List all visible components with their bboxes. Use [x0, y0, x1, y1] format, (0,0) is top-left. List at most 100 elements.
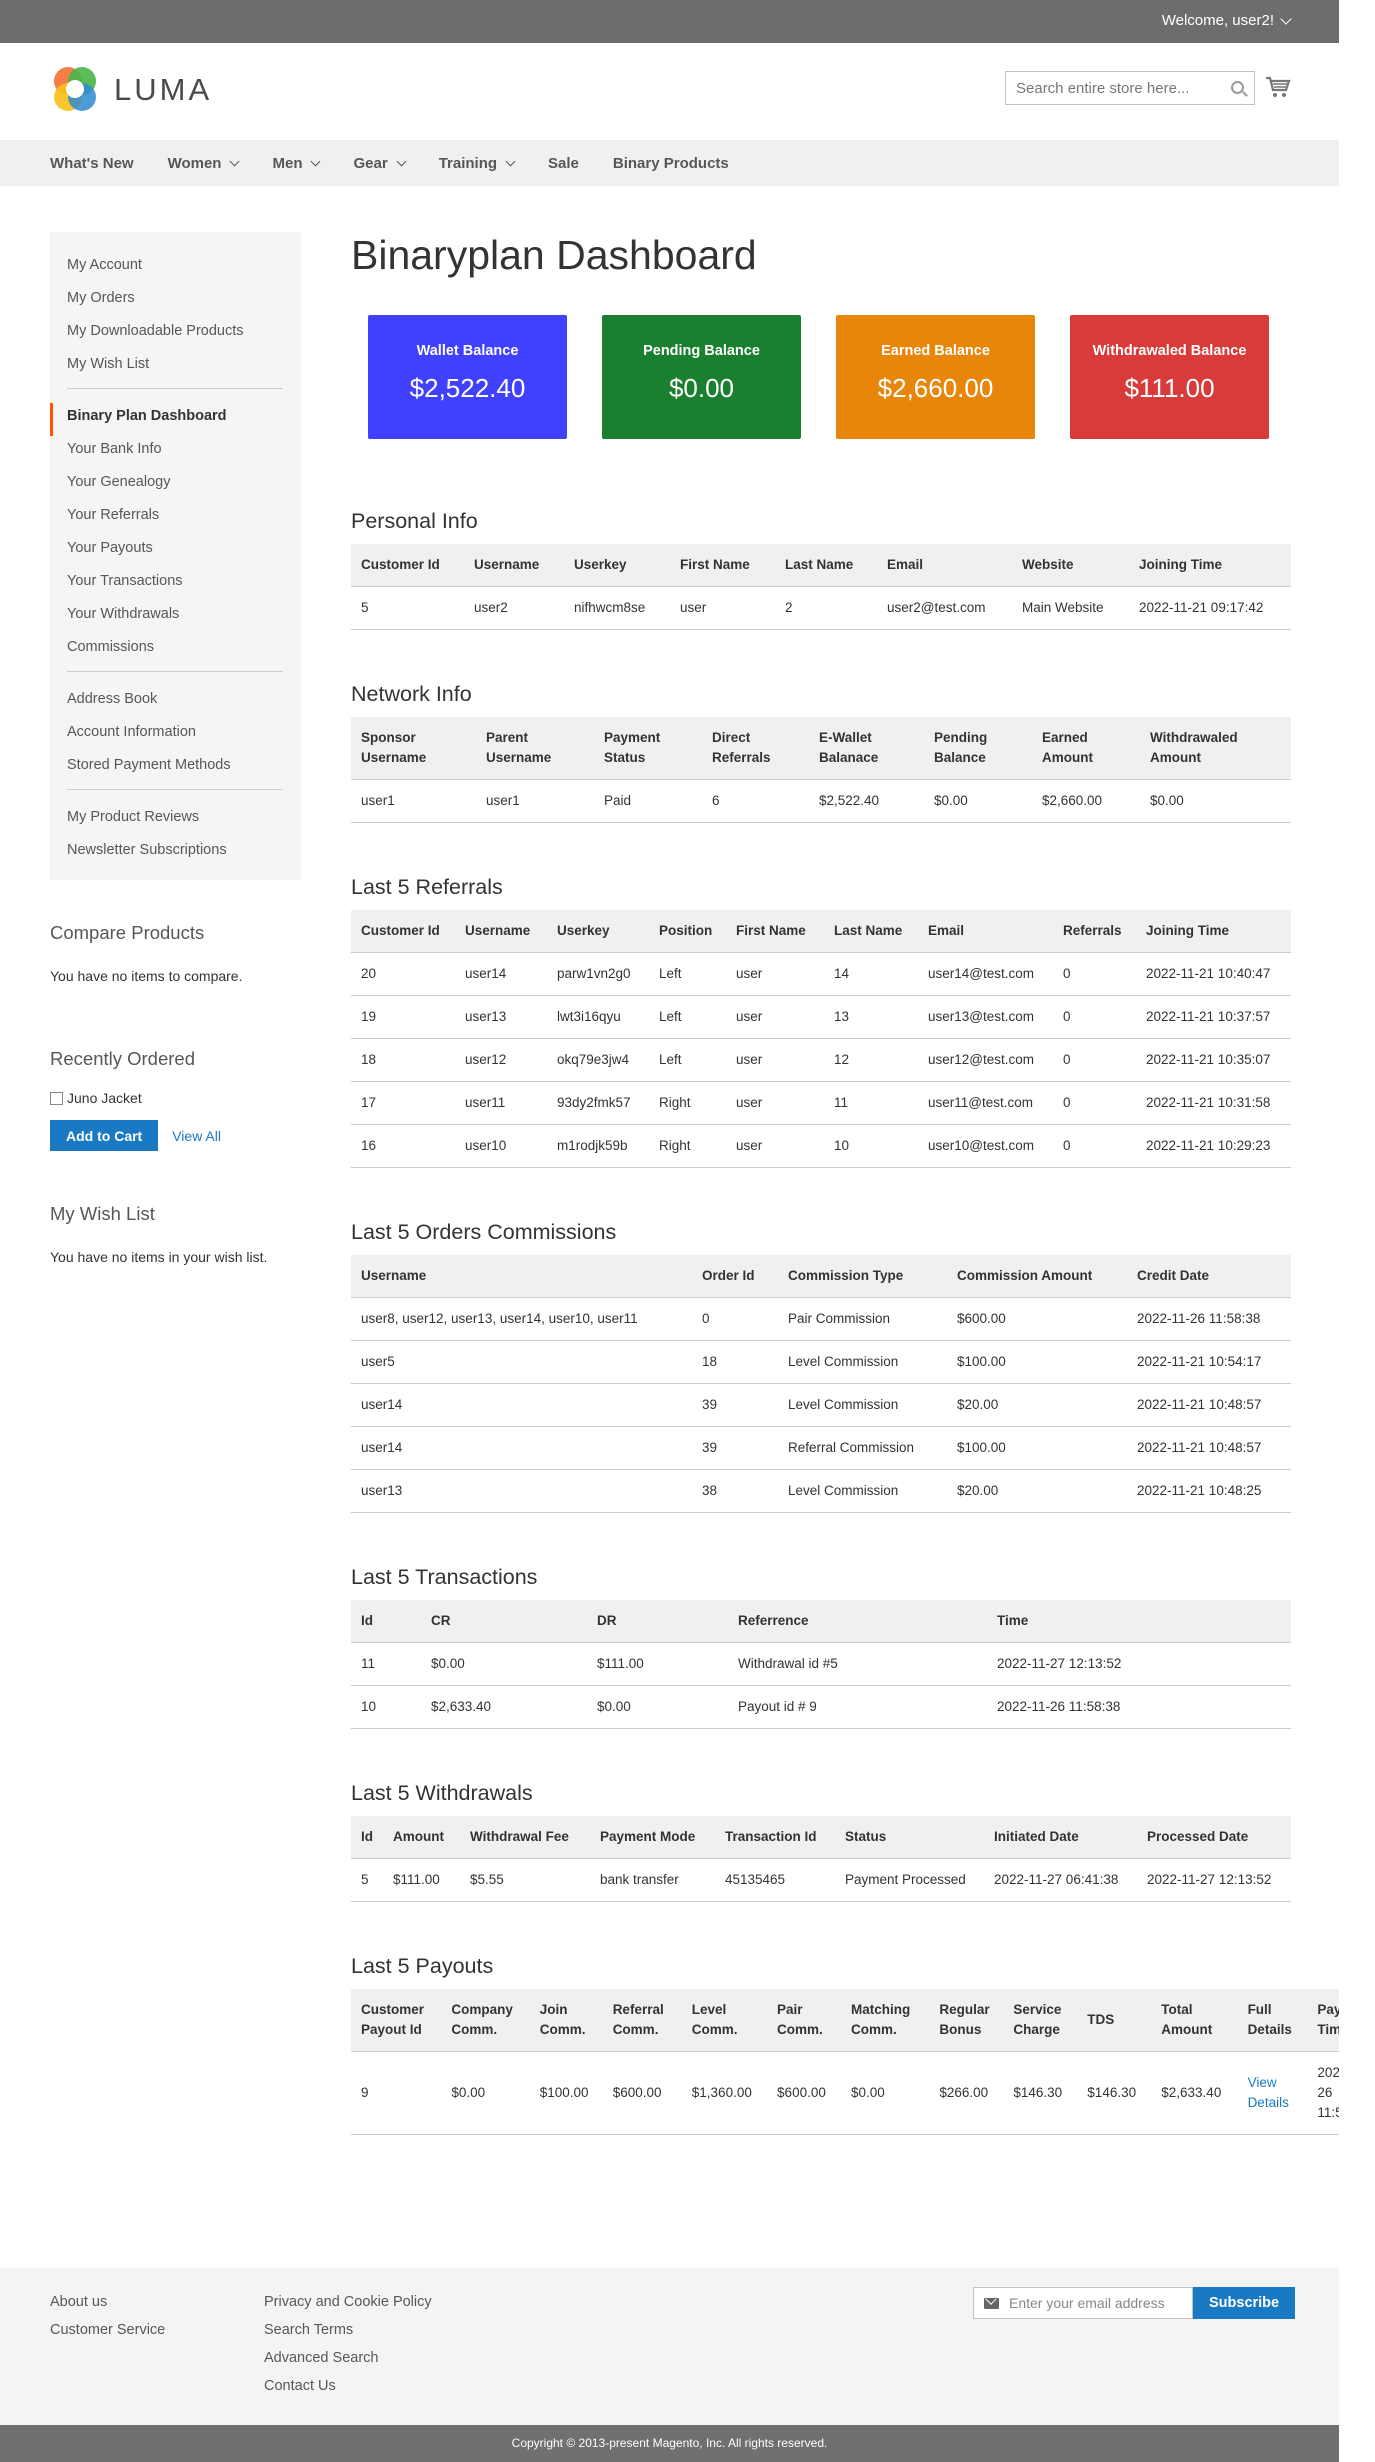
footer: About us Customer Service Privacy and Coo… — [0, 2268, 1339, 2425]
footer-link-customer-service[interactable]: Customer Service — [50, 2320, 165, 2348]
table-row: 5 user2 nifhwcm8se user 2 user2@test.com Main … — [351, 586, 1291, 630]
table-cell-referrals: 0 — [1053, 995, 1136, 1039]
nav-item-men[interactable]: Men — [272, 155, 321, 172]
table-cell-full-details[interactable]: View Details — [1237, 2051, 1308, 2135]
footer-link-contact-us[interactable]: Contact Us — [264, 2376, 432, 2404]
table-cell-username: user14 — [351, 1383, 692, 1427]
luma-logo-icon — [54, 67, 96, 111]
account-navigation: My Account My Orders My Downloadable Produ… — [50, 232, 301, 880]
search-icon[interactable] — [1231, 81, 1244, 94]
footer-link-search-terms[interactable]: Search Terms — [264, 2320, 432, 2348]
column-header-first-name: First Name — [670, 544, 775, 587]
table-cell-first-name: user — [670, 586, 775, 630]
section-title: Last 5 Payouts — [351, 1954, 494, 1978]
chevron-down-icon — [1280, 12, 1292, 25]
recently-ordered-checkbox[interactable] — [50, 1091, 63, 1105]
table-cell-cr: $0.00 — [421, 1642, 587, 1686]
account-nav-your-referrals[interactable]: Your Referrals — [50, 502, 301, 535]
table-cell-referrals: 0 — [1053, 1124, 1136, 1168]
table-row: user13 38 Level Commission $20.00 2022-11-21… — [351, 1469, 1291, 1513]
account-nav-divider — [67, 789, 283, 790]
table-cell-dr: $0.00 — [587, 1685, 728, 1729]
add-to-cart-button[interactable]: Add to Cart — [50, 1120, 159, 1151]
account-nav-your-genealogy[interactable]: Your Genealogy — [50, 469, 301, 502]
balance-card-value: $2,660.00 — [877, 373, 994, 403]
account-nav-stored-payment-methods[interactable]: Stored Payment Methods — [50, 752, 301, 785]
table-cell-joining-time: 2022-11-21 10:35:07 — [1136, 1038, 1291, 1082]
customer-welcome-menu[interactable]: Welcome, user2! — [1162, 12, 1292, 29]
recently-ordered-item: Juno Jacket — [50, 1090, 301, 1106]
account-nav-account-information[interactable]: Account Information — [50, 719, 301, 752]
table-cell-processed-date: 2022-11-27 12:13:52 — [1137, 1858, 1291, 1902]
column-header-last-name: Last Name — [775, 544, 877, 587]
footer-link-privacy-and-cookie-policy[interactable]: Privacy and Cookie Policy — [264, 2292, 432, 2320]
nav-item-binary-products[interactable]: Binary Products — [613, 155, 729, 172]
table-cell-username: user14 — [455, 952, 547, 996]
table-cell-id: 10 — [351, 1685, 421, 1729]
column-header-dr: DR — [587, 1600, 728, 1643]
column-header-withdrawaled-amount: Withdrawaled Amount — [1140, 717, 1291, 780]
table-cell-commission-amount: $100.00 — [947, 1340, 1127, 1384]
newsletter-email-input[interactable]: Enter your email address — [973, 2287, 1193, 2319]
search-input[interactable]: Search entire store here... — [1005, 71, 1255, 105]
balance-card-withdrawaled-balance: Withdrawaled Balance $111.00 — [1070, 315, 1269, 439]
chevron-down-icon — [396, 156, 407, 166]
section-title: Last 5 Orders Commissions — [351, 1220, 617, 1244]
table-cell-position: Right — [649, 1124, 726, 1168]
account-nav-my-account[interactable]: My Account — [50, 252, 301, 285]
account-nav-address-book[interactable]: Address Book — [50, 686, 301, 719]
table-cell-position: Right — [649, 1081, 726, 1125]
account-nav-divider — [67, 388, 283, 389]
table-cell-last-name: 13 — [824, 995, 918, 1039]
view-all-link[interactable]: View All — [172, 1128, 221, 1144]
column-header-payment-mode: Payment Mode — [590, 1816, 715, 1859]
table-cell-commission-type: Level Commission — [778, 1469, 947, 1513]
nav-item-what-s-new[interactable]: What's New — [50, 155, 134, 172]
recently-ordered-item-name[interactable]: Juno Jacket — [67, 1090, 142, 1106]
subscribe-button[interactable]: Subscribe — [1193, 2287, 1296, 2319]
table-cell-first-name: user — [726, 995, 824, 1039]
table-cell-joining-time: 2022-11-21 10:31:58 — [1136, 1081, 1291, 1125]
column-header-referrals: Referrals — [1053, 910, 1136, 953]
table-cell-joining-time: 2022-11-21 09:17:42 — [1129, 586, 1291, 630]
nav-item-training[interactable]: Training — [439, 155, 516, 172]
nav-item-sale[interactable]: Sale — [548, 155, 579, 172]
table-cell-amount: $111.00 — [383, 1858, 460, 1902]
table-cell-parent-username: user1 — [476, 779, 594, 823]
table-cell-time: 2022-11-27 12:13:52 — [987, 1642, 1291, 1686]
account-nav-your-withdrawals[interactable]: Your Withdrawals — [50, 601, 301, 634]
copyright: Copyright © 2013-present Magento, Inc. A… — [0, 2425, 1339, 2462]
logo[interactable]: LUMA — [50, 65, 212, 115]
footer-link-about-us[interactable]: About us — [50, 2292, 165, 2320]
table-cell-commission-type: Pair Commission — [778, 1297, 947, 1341]
account-nav-newsletter-subscriptions[interactable]: Newsletter Subscriptions — [50, 837, 301, 870]
account-nav-my-wish-list[interactable]: My Wish List — [50, 351, 301, 384]
section-title: Last 5 Referrals — [351, 875, 503, 899]
table-cell-pair-comm: $600.00 — [767, 2051, 842, 2135]
table-cell-last-name: 12 — [824, 1038, 918, 1082]
table-cell-commission-amount: $600.00 — [947, 1297, 1127, 1341]
footer-link-advanced-search[interactable]: Advanced Search — [264, 2348, 432, 2376]
account-nav-commissions[interactable]: Commissions — [50, 634, 301, 667]
nav-item-gear[interactable]: Gear — [353, 155, 407, 172]
page-title: Binaryplan Dashboard — [351, 232, 757, 278]
table-cell-initiated-date: 2022-11-27 06:41:38 — [984, 1858, 1137, 1902]
cart-icon[interactable] — [1265, 75, 1291, 99]
account-nav-your-bank-info[interactable]: Your Bank Info — [50, 436, 301, 469]
account-nav-my-downloadable-products[interactable]: My Downloadable Products — [50, 318, 301, 351]
table-cell-credit-date: 2022-11-26 11:58:38 — [1127, 1297, 1291, 1341]
recently-ordered-actions: Add to Cart View All — [50, 1120, 301, 1151]
account-nav-your-payouts[interactable]: Your Payouts — [50, 535, 301, 568]
nav-item-women[interactable]: Women — [168, 155, 240, 172]
table-cell-sponsor-username: user1 — [351, 779, 476, 823]
table-header-row: Customer Id Username Userkey First Name Last… — [351, 544, 1291, 587]
account-nav-your-transactions[interactable]: Your Transactions — [50, 568, 301, 601]
table-cell-referrals: 0 — [1053, 1038, 1136, 1082]
account-nav-my-product-reviews[interactable]: My Product Reviews — [50, 804, 301, 837]
column-header-pending-balance: Pending Balance — [924, 717, 1032, 780]
table-commissions: Username Order Id Commission Type Commissio… — [351, 1255, 1291, 1513]
account-nav-my-orders[interactable]: My Orders — [50, 285, 301, 318]
table-cell-level-comm: $1,360.00 — [681, 2051, 768, 2135]
table-cell-username: user12 — [455, 1038, 547, 1082]
table-cell-join-comm: $100.00 — [529, 2051, 603, 2135]
